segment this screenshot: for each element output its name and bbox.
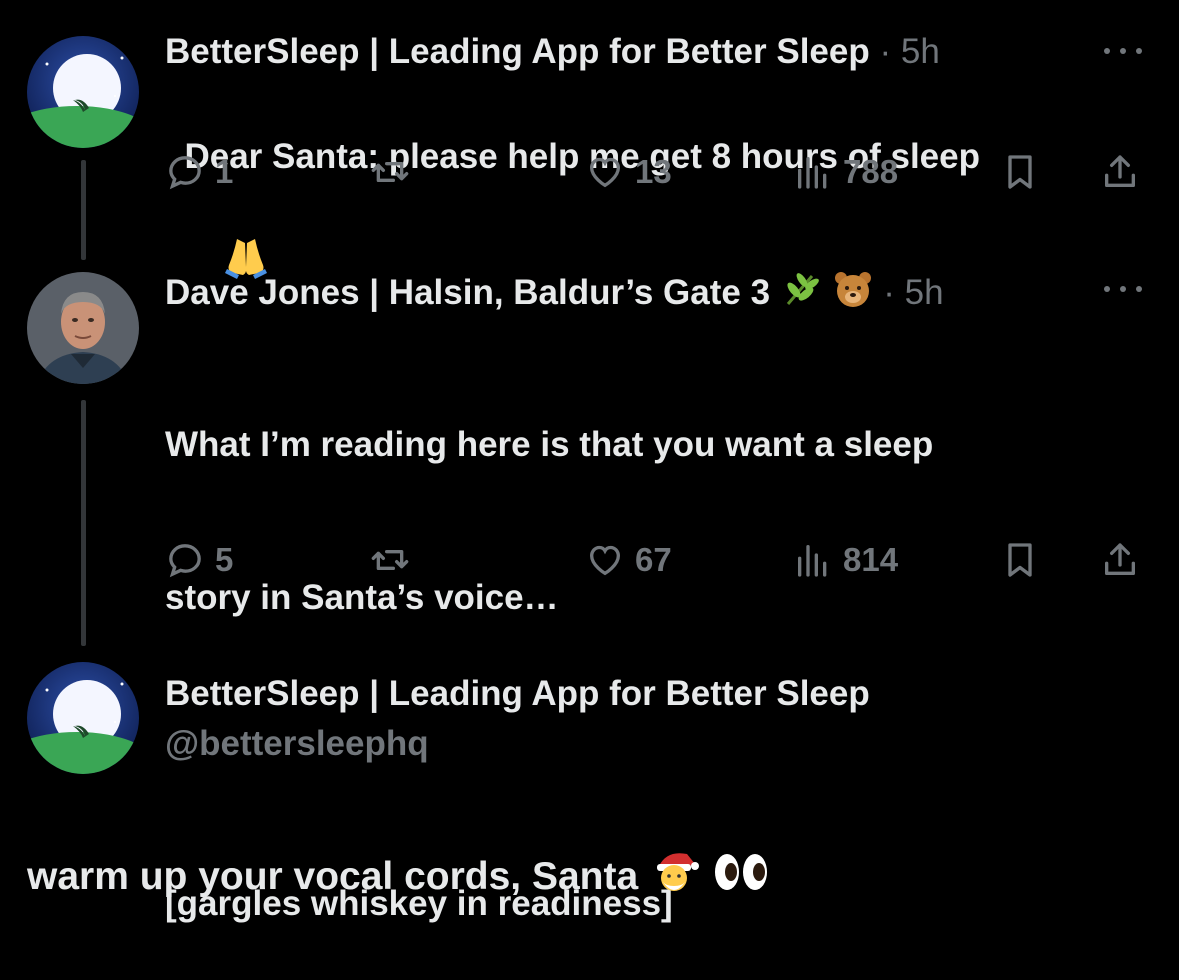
avatar-bettersleep[interactable] bbox=[27, 36, 139, 148]
avatar-bettersleep[interactable] bbox=[27, 662, 139, 774]
separator: · bbox=[879, 32, 892, 71]
separator: · bbox=[883, 272, 895, 312]
thread-line bbox=[81, 400, 86, 646]
bear-icon bbox=[832, 268, 874, 321]
timestamp[interactable]: 5h bbox=[901, 32, 940, 71]
bookmark-button[interactable] bbox=[1000, 540, 1040, 580]
like-count: 13 bbox=[635, 153, 672, 190]
display-name[interactable]: BetterSleep | Leading App for Better Sle… bbox=[165, 32, 870, 71]
retweet-button[interactable] bbox=[370, 540, 410, 580]
views-icon bbox=[798, 545, 827, 577]
display-name[interactable]: Dave Jones | Halsin, Baldur’s Gate 3 bbox=[165, 273, 770, 312]
thread-line bbox=[81, 160, 86, 260]
view-count: 814 bbox=[843, 541, 899, 578]
retweet-button[interactable] bbox=[370, 152, 410, 192]
more-icon[interactable] bbox=[1100, 40, 1146, 60]
like-icon bbox=[589, 545, 621, 576]
santa-icon bbox=[649, 846, 701, 911]
reply-count: 1 bbox=[215, 153, 234, 190]
reply-button[interactable]: 1 bbox=[165, 152, 233, 192]
views-button[interactable]: 814 bbox=[793, 540, 898, 580]
bookmark-icon bbox=[1008, 543, 1032, 577]
share-icon bbox=[1105, 543, 1135, 575]
focused-display-name[interactable]: BetterSleep | Leading App for Better Sle… bbox=[165, 672, 870, 716]
herb-icon bbox=[780, 268, 822, 321]
like-button[interactable]: 13 bbox=[585, 152, 672, 192]
more-icon[interactable] bbox=[1100, 278, 1146, 298]
reply-icon bbox=[169, 156, 201, 190]
share-button[interactable] bbox=[1100, 540, 1140, 580]
reply-count: 5 bbox=[215, 541, 234, 578]
like-icon bbox=[589, 157, 621, 188]
view-count: 788 bbox=[843, 153, 899, 190]
tweet-actions: 1 13 788 bbox=[165, 152, 1155, 202]
timestamp[interactable]: 5h bbox=[905, 273, 944, 312]
reply-icon bbox=[169, 544, 201, 578]
like-count: 67 bbox=[635, 541, 672, 578]
share-icon bbox=[1105, 155, 1135, 187]
share-button[interactable] bbox=[1100, 152, 1140, 192]
focused-tweet-text: warm up your vocal cords, Santa bbox=[27, 846, 770, 911]
bookmark-button[interactable] bbox=[1000, 152, 1040, 192]
eyes-icon bbox=[712, 846, 770, 911]
bookmark-icon bbox=[1008, 155, 1032, 189]
views-icon bbox=[798, 157, 827, 189]
tweet-text-line: What I’m reading here is that you want a… bbox=[165, 425, 934, 464]
reply-button[interactable]: 5 bbox=[165, 540, 233, 580]
tweet-header: Dave Jones | Halsin, Baldur’s Gate 3 · 5… bbox=[165, 268, 944, 321]
like-button[interactable]: 67 bbox=[585, 540, 672, 580]
views-button[interactable]: 788 bbox=[793, 152, 898, 192]
focused-tweet-text-content: warm up your vocal cords, Santa bbox=[27, 854, 639, 898]
tweet-header: BetterSleep | Leading App for Better Sle… bbox=[165, 30, 940, 74]
tweet-actions: 5 67 814 bbox=[165, 540, 1155, 590]
retweet-icon bbox=[371, 162, 409, 182]
focused-handle[interactable]: @bettersleephq bbox=[165, 722, 429, 766]
retweet-icon bbox=[371, 550, 409, 570]
avatar-dave-jones[interactable] bbox=[27, 272, 139, 384]
